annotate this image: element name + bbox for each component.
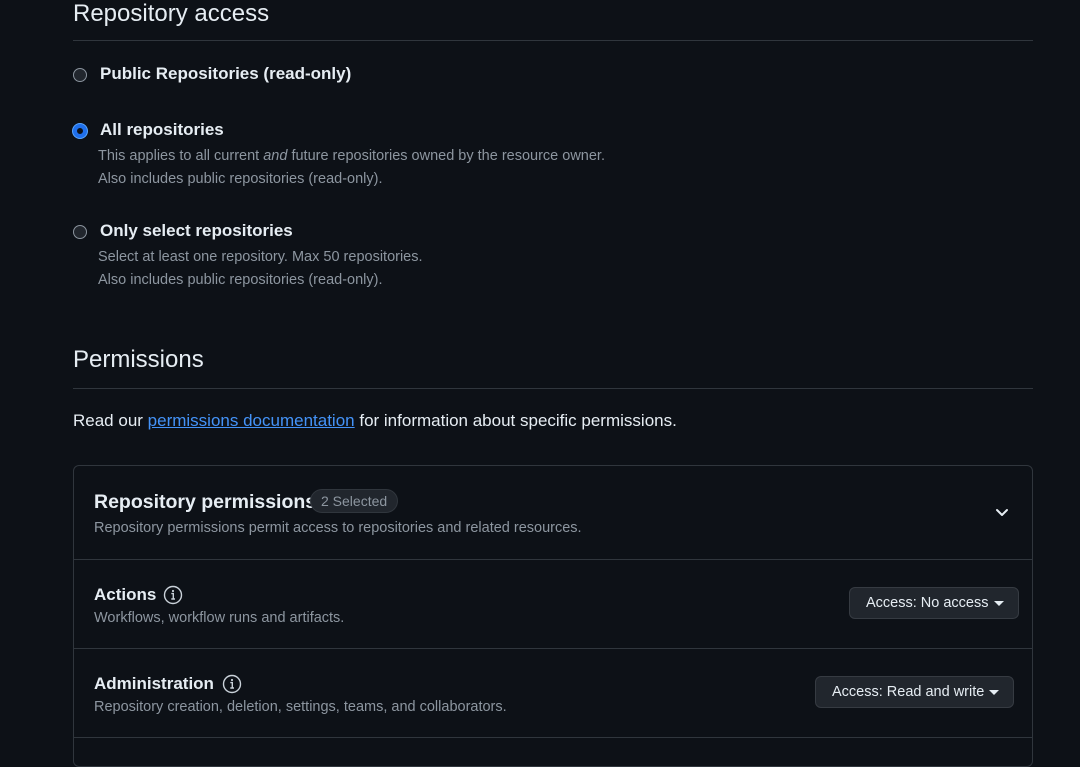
radio-note-select-repositories-1: Select at least one repository. Max 50 r… <box>98 249 423 265</box>
permission-description-administration: Repository creation, deletion, settings,… <box>94 699 507 715</box>
selected-count-badge: 2 Selected <box>310 489 399 513</box>
info-icon[interactable] <box>163 585 183 605</box>
radio-note-select-repositories-2: Also includes public repositories (read-… <box>98 272 383 288</box>
repository-permissions-title: Repository permissions <box>94 491 317 513</box>
radio-option-public-repositories[interactable]: Public Repositories (read-only) <box>73 64 1033 88</box>
permission-row-administration: Administration Repository creation, dele… <box>74 649 1032 738</box>
radio-public-repositories[interactable] <box>73 68 87 82</box>
note-text-pre: This applies to all current <box>98 148 264 164</box>
access-label-actions: Access: No access <box>866 595 989 611</box>
radio-option-all-repositories[interactable]: All repositories This applies to all cur… <box>73 120 1033 190</box>
permissions-documentation-link[interactable]: permissions documentation <box>148 411 355 430</box>
caret-down-icon <box>989 689 1000 695</box>
permission-name-administration: Administration <box>94 674 214 693</box>
permission-description-actions: Workflows, workflow runs and artifacts. <box>94 610 345 626</box>
access-dropdown-actions[interactable]: Access: No access <box>849 587 1019 619</box>
chevron-down-icon[interactable] <box>992 502 1012 522</box>
intro-text-pre: Read our <box>73 411 148 430</box>
radio-label-all-repositories[interactable]: All repositories <box>100 120 224 140</box>
radio-note-all-repositories-2: Also includes public repositories (read-… <box>98 171 383 187</box>
radio-label-public-repositories[interactable]: Public Repositories (read-only) <box>100 64 351 84</box>
note-text-emphasis: and <box>263 148 288 164</box>
caret-down-icon <box>993 600 1004 606</box>
access-dropdown-administration[interactable]: Access: Read and write <box>815 676 1015 708</box>
radio-label-select-repositories[interactable]: Only select repositories <box>100 221 293 241</box>
intro-text-post: for information about specific permissio… <box>354 411 677 430</box>
radio-select-repositories[interactable] <box>73 225 87 239</box>
radio-note-all-repositories-1: This applies to all current and future r… <box>98 148 605 164</box>
permissions-intro: Read our permissions documentation for i… <box>73 411 677 431</box>
permission-row-actions: Actions Workflows, workflow runs and art… <box>74 560 1032 649</box>
repository-access-heading: Repository access <box>73 0 1033 41</box>
info-icon[interactable] <box>222 674 242 694</box>
access-label-administration: Access: Read and write <box>832 684 985 700</box>
radio-all-repositories[interactable] <box>73 124 87 138</box>
repository-permissions-panel: Repository permissions 2 Selected Reposi… <box>73 465 1033 767</box>
permissions-heading: Permissions <box>73 346 1033 389</box>
permission-name-actions: Actions <box>94 585 157 604</box>
repository-permissions-description: Repository permissions permit access to … <box>94 520 582 536</box>
repository-permissions-header[interactable]: Repository permissions 2 Selected Reposi… <box>74 466 1032 560</box>
radio-option-select-repositories[interactable]: Only select repositories Select at least… <box>73 221 1033 291</box>
note-text-post: future repositories owned by the resourc… <box>287 148 605 164</box>
